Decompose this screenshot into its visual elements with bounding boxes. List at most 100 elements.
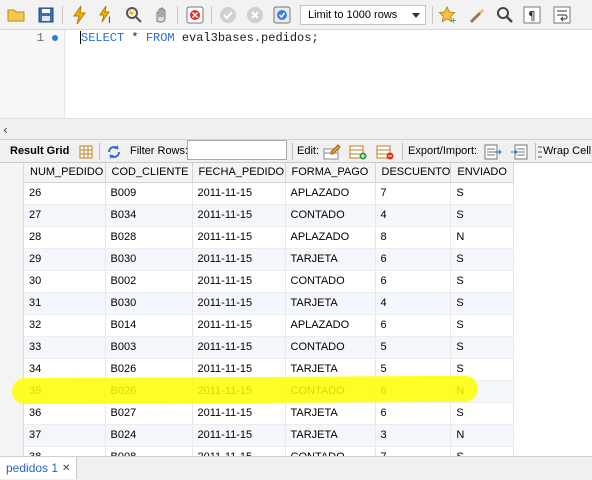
cell-num-pedido[interactable]: 35 xyxy=(24,380,106,403)
execute-icon[interactable] xyxy=(70,5,90,25)
beautify-icon[interactable] xyxy=(467,5,487,25)
close-icon[interactable]: ✕ xyxy=(62,463,70,474)
add-row-icon[interactable] xyxy=(348,142,367,161)
result-tab-pedidos[interactable]: pedidos 1 ✕ xyxy=(0,457,78,479)
cell-cod-cliente[interactable]: B027 xyxy=(105,402,193,425)
cell-descuento[interactable]: 5 xyxy=(375,358,452,381)
cell-fecha-pedido[interactable]: 2011-11-15 xyxy=(192,402,286,425)
delete-row-icon[interactable] xyxy=(375,142,394,161)
cell-cod-cliente[interactable]: B002 xyxy=(105,270,193,293)
cell-enviado[interactable]: S xyxy=(450,402,515,425)
column-header-enviado[interactable]: ENVIADO xyxy=(450,163,515,183)
export-icon[interactable] xyxy=(483,142,502,161)
cell-descuento[interactable]: 7 xyxy=(375,446,452,456)
toggle-error-icon[interactable] xyxy=(185,5,205,25)
cell-descuento[interactable]: 4 xyxy=(375,204,452,227)
cell-fecha-pedido[interactable]: 2011-11-15 xyxy=(192,314,286,337)
cell-num-pedido[interactable]: 34 xyxy=(24,358,106,381)
cell-forma-pago[interactable]: TARJETA xyxy=(285,248,376,271)
cell-fecha-pedido[interactable]: 2011-11-15 xyxy=(192,292,286,315)
cell-cod-cliente[interactable]: B024 xyxy=(105,424,193,447)
wrap-cell-content-label[interactable]: Wrap Cell C xyxy=(543,145,592,157)
cell-descuento[interactable]: 6 xyxy=(375,402,452,425)
cell-cod-cliente[interactable]: B026 xyxy=(105,380,193,403)
table-row[interactable]: 38 B008 2011-11-15 CONTADO 7 S xyxy=(24,446,515,456)
refresh-icon[interactable] xyxy=(104,142,123,161)
cell-enviado[interactable]: S xyxy=(450,314,515,337)
cell-num-pedido[interactable]: 27 xyxy=(24,204,106,227)
cell-enviado[interactable]: S xyxy=(450,446,515,456)
cell-fecha-pedido[interactable]: 2011-11-15 xyxy=(192,446,286,456)
cell-forma-pago[interactable]: TARJETA xyxy=(285,424,376,447)
cell-forma-pago[interactable]: CONTADO xyxy=(285,270,376,293)
cell-num-pedido[interactable]: 31 xyxy=(24,292,106,315)
cell-enviado[interactable]: S xyxy=(450,270,515,293)
cell-forma-pago[interactable]: TARJETA xyxy=(285,358,376,381)
sql-code-line[interactable]: SELECT * FROM eval3bases.pedidos; xyxy=(81,31,319,47)
save-icon[interactable] xyxy=(36,5,56,25)
table-row[interactable]: 26 B009 2011-11-15 APLAZADO 7 S xyxy=(24,182,515,205)
table-row[interactable]: 36 B027 2011-11-15 TARJETA 6 S xyxy=(24,402,515,425)
cell-cod-cliente[interactable]: B030 xyxy=(105,248,193,271)
cell-enviado[interactable]: S xyxy=(450,204,515,227)
table-row[interactable]: 28 B028 2011-11-15 APLAZADO 8 N xyxy=(24,226,515,249)
table-row[interactable]: 31 B030 2011-11-15 TARJETA 4 S xyxy=(24,292,515,315)
cell-descuento[interactable]: 8 xyxy=(375,226,452,249)
cell-fecha-pedido[interactable]: 2011-11-15 xyxy=(192,204,286,227)
cell-descuento[interactable]: 6 xyxy=(375,314,452,337)
cell-num-pedido[interactable]: 28 xyxy=(24,226,106,249)
cell-enviado[interactable]: S xyxy=(450,248,515,271)
cell-descuento[interactable]: 6 xyxy=(375,380,452,403)
cell-forma-pago[interactable]: CONTADO xyxy=(285,336,376,359)
bookmark-star-icon[interactable]: + xyxy=(437,5,457,25)
cell-num-pedido[interactable]: 29 xyxy=(24,248,106,271)
cell-forma-pago[interactable]: CONTADO xyxy=(285,204,376,227)
cell-cod-cliente[interactable]: B014 xyxy=(105,314,193,337)
limit-rows-select[interactable]: Limit to 1000 rows xyxy=(300,5,426,25)
cell-enviado[interactable]: S xyxy=(450,292,515,315)
sql-editor[interactable]: 1 SELECT * FROM eval3bases.pedidos; xyxy=(0,30,592,118)
execute-current-icon[interactable]: I xyxy=(97,5,117,25)
editor-horizontal-scrollbar[interactable]: ‹ xyxy=(0,118,592,140)
cell-fecha-pedido[interactable]: 2011-11-15 xyxy=(192,358,286,381)
chevron-left-icon[interactable]: ‹ xyxy=(3,123,8,137)
commit-icon[interactable] xyxy=(218,5,238,25)
explain-icon[interactable] xyxy=(124,5,144,25)
open-folder-icon[interactable] xyxy=(6,5,26,25)
cell-cod-cliente[interactable]: B026 xyxy=(105,358,193,381)
cell-enviado[interactable]: N xyxy=(450,226,515,249)
cell-cod-cliente[interactable]: B030 xyxy=(105,292,193,315)
cell-forma-pago[interactable]: APLAZADO xyxy=(285,314,376,337)
rollback-icon[interactable] xyxy=(245,5,265,25)
cell-fecha-pedido[interactable]: 2011-11-15 xyxy=(192,424,286,447)
cell-fecha-pedido[interactable]: 2011-11-15 xyxy=(192,336,286,359)
cell-enviado[interactable]: S xyxy=(450,358,515,381)
cell-descuento[interactable]: 4 xyxy=(375,292,452,315)
cell-fecha-pedido[interactable]: 2011-11-15 xyxy=(192,380,286,403)
cell-descuento[interactable]: 6 xyxy=(375,248,452,271)
cell-num-pedido[interactable]: 32 xyxy=(24,314,106,337)
cell-cod-cliente[interactable]: B003 xyxy=(105,336,193,359)
grid-view-icon[interactable] xyxy=(76,142,95,161)
autocommit-icon[interactable] xyxy=(272,5,292,25)
cell-num-pedido[interactable]: 37 xyxy=(24,424,106,447)
stop-icon[interactable] xyxy=(151,5,171,25)
find-icon[interactable] xyxy=(495,5,515,25)
cell-num-pedido[interactable]: 38 xyxy=(24,446,106,456)
cell-enviado[interactable]: S xyxy=(450,336,515,359)
cell-descuento[interactable]: 5 xyxy=(375,336,452,359)
cell-cod-cliente[interactable]: B034 xyxy=(105,204,193,227)
row-selector-column[interactable] xyxy=(0,163,24,456)
table-row[interactable]: 37 B024 2011-11-15 TARJETA 3 N xyxy=(24,424,515,447)
cell-cod-cliente[interactable]: B008 xyxy=(105,446,193,456)
cell-fecha-pedido[interactable]: 2011-11-15 xyxy=(192,182,286,205)
column-header-fecha-pedido[interactable]: FECHA_PEDIDO xyxy=(192,163,286,183)
cell-enviado[interactable]: S xyxy=(450,182,515,205)
cell-fecha-pedido[interactable]: 2011-11-15 xyxy=(192,248,286,271)
cell-descuento[interactable]: 7 xyxy=(375,182,452,205)
cell-descuento[interactable]: 3 xyxy=(375,424,452,447)
import-icon[interactable] xyxy=(509,142,528,161)
result-grid-tab[interactable]: Result Grid xyxy=(10,145,69,157)
edit-current-row-icon[interactable] xyxy=(322,142,341,161)
cell-num-pedido[interactable]: 36 xyxy=(24,402,106,425)
